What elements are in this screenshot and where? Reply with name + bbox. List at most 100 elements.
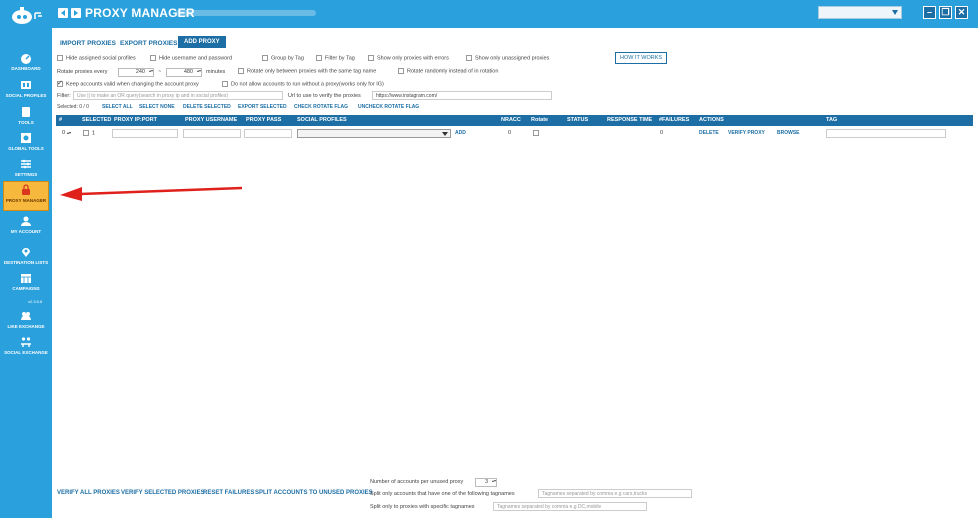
tab-export-proxies[interactable]: EXPORT PROXIES	[120, 40, 177, 47]
checkbox[interactable]	[238, 68, 244, 74]
checkbox[interactable]	[83, 130, 89, 136]
check-rotate-link[interactable]: CHECK ROTATE FLAG	[294, 104, 348, 110]
blurred-path	[176, 10, 316, 16]
sidebar-item-label: TOOLS	[18, 120, 34, 125]
checkbox[interactable]	[398, 68, 404, 74]
maximize-button[interactable]: ❐	[939, 6, 952, 19]
sidebar-item-label: PROXY MANAGER	[5, 198, 47, 203]
account-select[interactable]	[818, 6, 902, 19]
proxy-username-input[interactable]	[183, 129, 241, 138]
sidebar-item-social-profiles[interactable]: SOCIAL PROFILES	[0, 79, 52, 98]
checkbox[interactable]	[262, 55, 268, 61]
sidebar-item-like-exchange[interactable]: LIKE EXCHANGE	[0, 310, 52, 329]
checkbox[interactable]	[368, 55, 374, 61]
sidebar-item-tools[interactable]: TOOLS	[0, 106, 52, 125]
checkbox[interactable]	[222, 81, 228, 87]
filter-by-tag-option[interactable]: Filter by Tag	[316, 55, 355, 61]
minimize-icon: –	[926, 7, 932, 17]
no-proxy-option[interactable]: Do not allow accounts to run without a p…	[222, 81, 384, 87]
browse-link[interactable]: BROWSE	[777, 130, 800, 136]
table-header: # SELECTED PROXY IP:PORT PROXY USERNAME …	[56, 115, 973, 126]
table-row: 0 ▴▾ 1 ADD 0 0 DELETE VERIFY PROXY BROWS…	[56, 128, 973, 139]
reset-failures-link[interactable]: RESET FAILURES	[203, 490, 254, 496]
verify-proxy-link[interactable]: VERIFY PROXY	[728, 130, 765, 136]
select-none-link[interactable]: SELECT NONE	[139, 104, 175, 110]
rotate-same-tag-option[interactable]: Rotate only between proxies with the sam…	[238, 68, 376, 74]
proxy-ip-input[interactable]	[112, 129, 178, 138]
col-index: #	[59, 117, 63, 123]
group-by-tag-option[interactable]: Group by Tag	[262, 55, 304, 61]
sidebar-item-destination-lists[interactable]: DESTINATION LISTS	[0, 246, 52, 265]
show-unassigned-option[interactable]: Show only unassigned proxies	[466, 55, 549, 61]
keep-valid-option[interactable]: Keep accounts valid when changing the ac…	[57, 79, 199, 87]
tab-import-proxies[interactable]: IMPORT PROXIES	[60, 40, 116, 47]
row-order-icon[interactable]: ▴▾	[67, 130, 71, 135]
sidebar-item-my-account[interactable]: MY ACCOUNT	[0, 215, 52, 234]
hide-username-option[interactable]: Hide username and password	[150, 55, 232, 61]
social-profiles-select[interactable]	[297, 129, 451, 138]
sidebar-item-proxy-manager[interactable]: PROXY MANAGER	[3, 181, 49, 211]
select-all-link[interactable]: SELECT ALL	[102, 104, 133, 110]
sidebar-item-label: SOCIAL PROFILES	[5, 93, 47, 98]
sidebar-item-campaigns[interactable]: CAMPAIGNS	[0, 272, 52, 291]
split-accounts-link[interactable]: SPLIT ACCOUNTS TO UNUSED PROXIES	[255, 490, 373, 496]
sidebar-item-social-exchange[interactable]: SOCIAL EXCHANGE	[0, 336, 52, 355]
delete-link[interactable]: DELETE	[699, 130, 719, 136]
tab-add-proxy[interactable]: ADD PROXY	[178, 36, 226, 48]
verify-all-link[interactable]: VERIFY ALL PROXIES	[57, 490, 120, 496]
sidebar-item-label: MY ACCOUNT	[10, 229, 42, 234]
social-exchange-icon	[21, 337, 31, 347]
sidebar-item-label: LIKE EXCHANGE	[7, 324, 45, 329]
filter-input[interactable]: Use || to make an OR query(search in pro…	[73, 91, 283, 100]
close-button[interactable]: ✕	[955, 6, 968, 19]
verify-url-label: Url to use to verify the proxies	[288, 93, 361, 99]
checkbox[interactable]	[466, 55, 472, 61]
maximize-icon: ❐	[941, 7, 950, 17]
row-index: 0	[62, 130, 66, 136]
nav-back-icon[interactable]	[58, 8, 68, 18]
annotation-arrow-icon	[60, 186, 243, 201]
split-specific-input[interactable]: Tagnames separated by comma e.g DC,mobil…	[493, 502, 647, 511]
col-proxy-ip: PROXY IP:PORT	[114, 117, 157, 123]
verify-selected-link[interactable]: VERIFY SELECTED PROXIES	[121, 490, 205, 496]
col-proxy-pass: PROXY PASS	[246, 117, 282, 123]
export-selected-link[interactable]: EXPORT SELECTED	[238, 104, 287, 110]
verify-url-input[interactable]: https://www.instagram.com/	[372, 91, 552, 100]
sidebar-item-label: CAMPAIGNS	[12, 286, 40, 291]
checkbox[interactable]	[57, 55, 63, 61]
checkbox[interactable]	[316, 55, 322, 61]
col-response-time: RESPONSE TIME	[607, 117, 653, 123]
sidebar-item-label: DASHBOARD	[11, 66, 41, 71]
col-failures: #FAILURES	[659, 117, 690, 123]
rotate-min-stepper[interactable]: 240	[118, 68, 154, 77]
tag-input[interactable]	[826, 129, 946, 138]
show-errors-option[interactable]: Show only proxies with errors	[368, 55, 449, 61]
split-one-tag-input[interactable]: Tagnames separated by comma e.g cars,tru…	[538, 489, 692, 498]
nav-forward-icon[interactable]	[71, 8, 81, 18]
hide-assigned-option[interactable]: Hide assigned social profiles	[57, 55, 136, 61]
split-one-tag-label: Split only accounts that have one of the…	[370, 491, 515, 497]
checkbox-checked[interactable]	[57, 79, 63, 87]
range-separator: ~	[158, 69, 162, 75]
uncheck-rotate-link[interactable]: UNCHECK ROTATE FLAG	[358, 104, 419, 110]
minimize-button[interactable]: –	[923, 6, 936, 19]
proxy-pass-input[interactable]	[244, 129, 292, 138]
row-select[interactable]: 1	[83, 130, 95, 136]
col-nracc: NRACC	[501, 117, 521, 123]
checkbox[interactable]	[150, 55, 156, 61]
sidebar-item-dashboard[interactable]: DASHBOARD	[0, 52, 52, 71]
add-profile-link[interactable]: ADD	[455, 130, 466, 136]
sidebar: DASHBOARD SOCIAL PROFILES TOOLS GLOBAL T…	[0, 0, 52, 518]
how-it-works-button[interactable]: HOW IT WORKS	[615, 52, 668, 64]
dashboard-icon	[21, 54, 31, 64]
rotate-random-option[interactable]: Rotate randomly instead of in rotation	[398, 68, 498, 74]
sidebar-item-global-tools[interactable]: GLOBAL TOOLS	[0, 132, 52, 151]
delete-selected-link[interactable]: DELETE SELECTED	[183, 104, 231, 110]
selected-count: Selected: 0 / 0	[57, 104, 89, 110]
sidebar-item-settings[interactable]: SETTINGS	[0, 158, 52, 177]
rotate-max-stepper[interactable]: 480	[166, 68, 202, 77]
checkbox[interactable]	[533, 130, 539, 136]
accounts-per-proxy-stepper[interactable]: 3	[475, 478, 497, 487]
minutes-label: minutes	[206, 69, 226, 75]
row-rotate[interactable]	[533, 130, 542, 136]
